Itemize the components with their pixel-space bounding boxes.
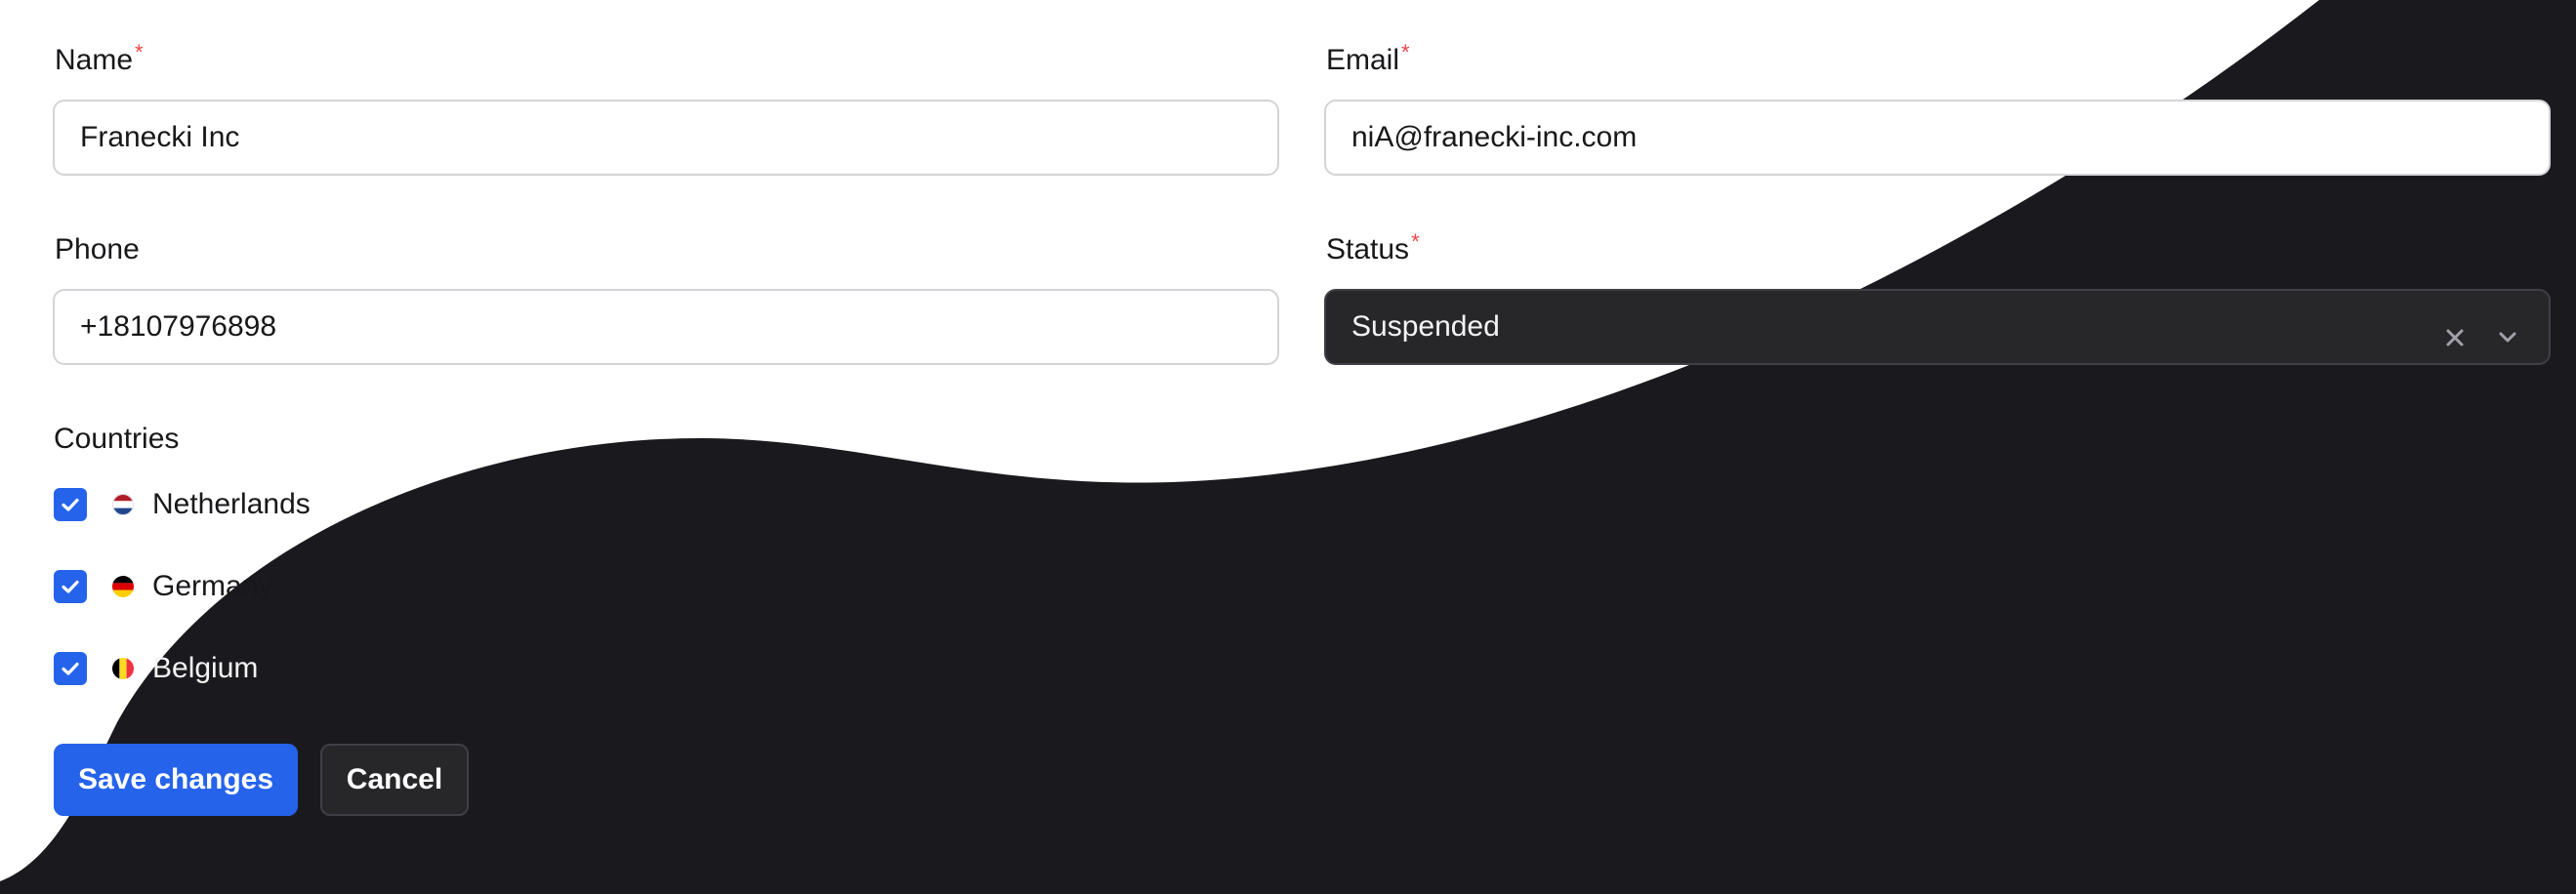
- checkbox-checked[interactable]: [54, 570, 87, 603]
- save-changes-button[interactable]: Save changes: [54, 744, 298, 816]
- email-label: Email*: [1326, 40, 1410, 76]
- required-asterisk: *: [1411, 229, 1420, 254]
- close-icon[interactable]: [2437, 310, 2472, 346]
- belgium-flag-icon: [112, 658, 134, 679]
- country-name: Germany: [152, 570, 273, 602]
- cancel-button[interactable]: Cancel: [320, 744, 469, 816]
- checkbox-checked[interactable]: [54, 652, 87, 685]
- status-select-value: Suspended: [1351, 310, 1500, 343]
- phone-input[interactable]: +18107976898: [53, 289, 1279, 365]
- country-name: Netherlands: [152, 488, 311, 520]
- name-input[interactable]: Franecki Inc: [53, 100, 1279, 176]
- chevron-down-icon[interactable]: [2490, 310, 2525, 345]
- status-label: Status*: [1326, 229, 1420, 265]
- email-input[interactable]: niA@franecki-inc.com: [1324, 100, 2551, 176]
- germany-flag-icon: [112, 576, 134, 597]
- countries-label: Countries: [54, 423, 180, 455]
- country-name: Belgium: [152, 652, 259, 684]
- name-label: Name*: [55, 40, 144, 76]
- company-edit-form: Name* Franecki Inc Email* niA@franecki-i…: [0, 0, 2576, 894]
- checkbox-checked[interactable]: [54, 488, 87, 521]
- phone-label: Phone: [55, 233, 140, 265]
- required-asterisk: *: [135, 40, 144, 64]
- netherlands-flag-icon: [112, 494, 134, 515]
- status-select[interactable]: Suspended: [1324, 289, 2551, 365]
- required-asterisk: *: [1401, 40, 1410, 64]
